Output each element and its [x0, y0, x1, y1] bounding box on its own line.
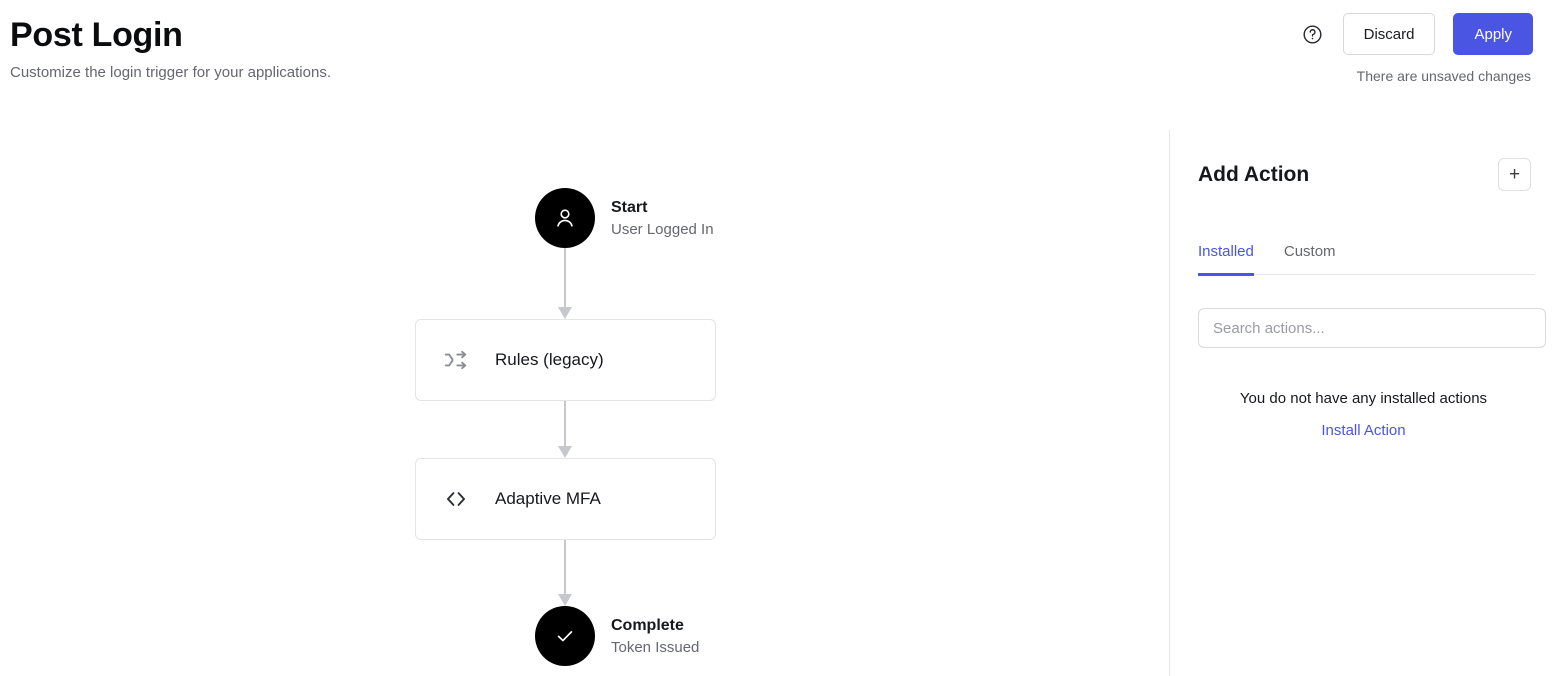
start-node-subtitle: User Logged In [611, 220, 714, 238]
code-brackets-icon [443, 486, 469, 512]
complete-node-title: Complete [611, 616, 684, 634]
post-login-trigger-page: Post Login Customize the login trigger f… [0, 0, 1557, 676]
start-node-badge [535, 188, 595, 248]
complete-node-subtitle: Token Issued [611, 638, 700, 656]
tab-installed[interactable]: Installed [1198, 243, 1254, 276]
search-actions-input[interactable] [1198, 308, 1546, 348]
page-title: Post Login [10, 16, 183, 54]
connector-start-to-rules [558, 248, 572, 319]
add-action-panel: Add Action + Installed Custom You do not… [1169, 130, 1557, 676]
panel-header: Add Action + [1198, 158, 1531, 191]
flow-canvas: Start User Logged In Rules (legacy) Adap… [0, 120, 1169, 676]
help-circle-icon[interactable] [1301, 22, 1325, 46]
unsaved-changes-note: There are unsaved changes [1356, 68, 1531, 84]
page-header: Post Login Customize the login trigger f… [0, 0, 1557, 120]
empty-state-message: You do not have any installed actions [1239, 390, 1488, 407]
check-icon [557, 631, 573, 642]
apply-button[interactable]: Apply [1453, 13, 1533, 55]
user-icon [557, 209, 573, 227]
add-action-button[interactable]: + [1498, 158, 1531, 191]
connector-rules-to-mfa [558, 401, 572, 458]
connector-mfa-to-complete [558, 540, 572, 606]
rules-legacy-label: Rules (legacy) [495, 350, 604, 369]
discard-button[interactable]: Discard [1342, 13, 1436, 55]
flow-node-adaptive-mfa[interactable]: Adaptive MFA [415, 458, 716, 540]
header-actions: Discard Apply [1301, 13, 1533, 55]
flow-node-complete[interactable]: Complete Token Issued [535, 606, 699, 666]
complete-node-badge [535, 606, 595, 666]
panel-tabs: Installed Custom [1198, 243, 1535, 276]
panel-title: Add Action [1198, 162, 1310, 186]
flow-node-rules-legacy[interactable]: Rules (legacy) [415, 319, 716, 401]
adaptive-mfa-label: Adaptive MFA [495, 489, 601, 508]
start-node-text: Start User Logged In [611, 197, 714, 240]
tab-custom[interactable]: Custom [1284, 243, 1336, 276]
complete-node-text: Complete Token Issued [611, 615, 699, 658]
install-action-link[interactable]: Install Action [1321, 420, 1405, 442]
page-subtitle: Customize the login trigger for your app… [10, 64, 331, 81]
empty-state: You do not have any installed actions In… [1170, 388, 1557, 442]
shuffle-icon [443, 347, 469, 373]
flow-node-start[interactable]: Start User Logged In [535, 188, 714, 248]
start-node-title: Start [611, 198, 648, 216]
